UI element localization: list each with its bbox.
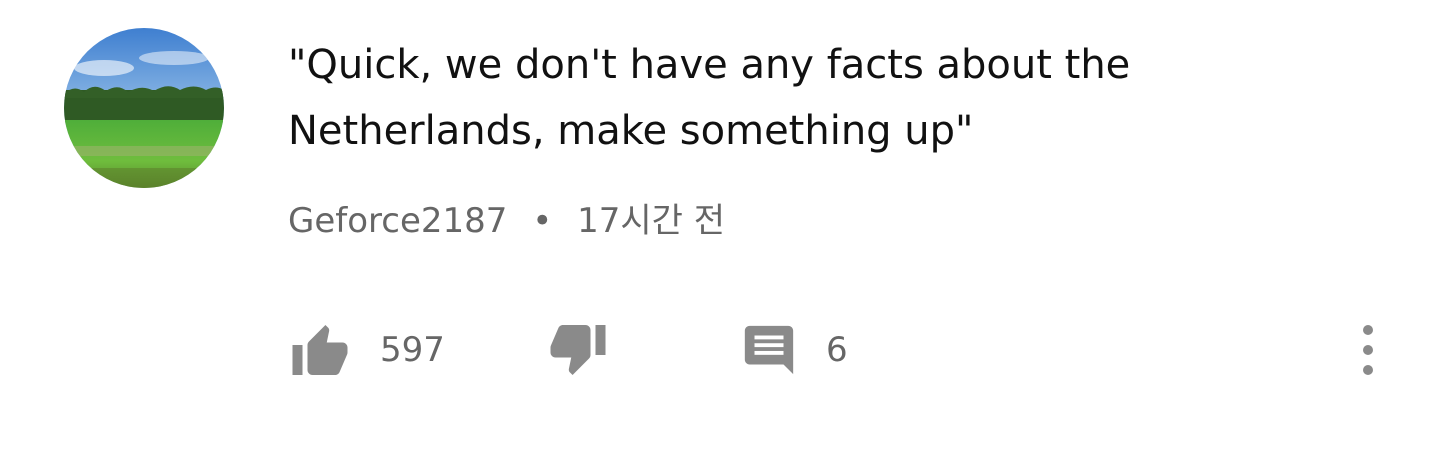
like-count: 597 xyxy=(380,330,445,370)
more-vert-icon xyxy=(1350,322,1386,378)
comment-timestamp[interactable]: 17시간 전 xyxy=(577,201,725,241)
dislike-button[interactable] xyxy=(546,310,610,390)
avatar-landscape-image xyxy=(64,28,224,188)
comment-meta: Geforce2187 • 17시간 전 xyxy=(288,198,725,244)
comment-actions: 597 6 xyxy=(0,310,1437,390)
more-options-button[interactable] xyxy=(1350,322,1386,382)
like-button[interactable]: 597 xyxy=(288,310,445,390)
reply-button[interactable]: 6 xyxy=(740,310,848,390)
comment-icon xyxy=(740,321,798,379)
author-name[interactable]: Geforce2187 xyxy=(288,201,507,241)
reply-count: 6 xyxy=(826,330,848,370)
avatar[interactable] xyxy=(64,28,224,188)
comment-text: "Quick, we don't have any facts about th… xyxy=(288,42,1131,154)
thumb-up-icon xyxy=(288,320,352,380)
thumb-down-icon xyxy=(546,320,610,380)
meta-separator: • xyxy=(532,201,553,241)
